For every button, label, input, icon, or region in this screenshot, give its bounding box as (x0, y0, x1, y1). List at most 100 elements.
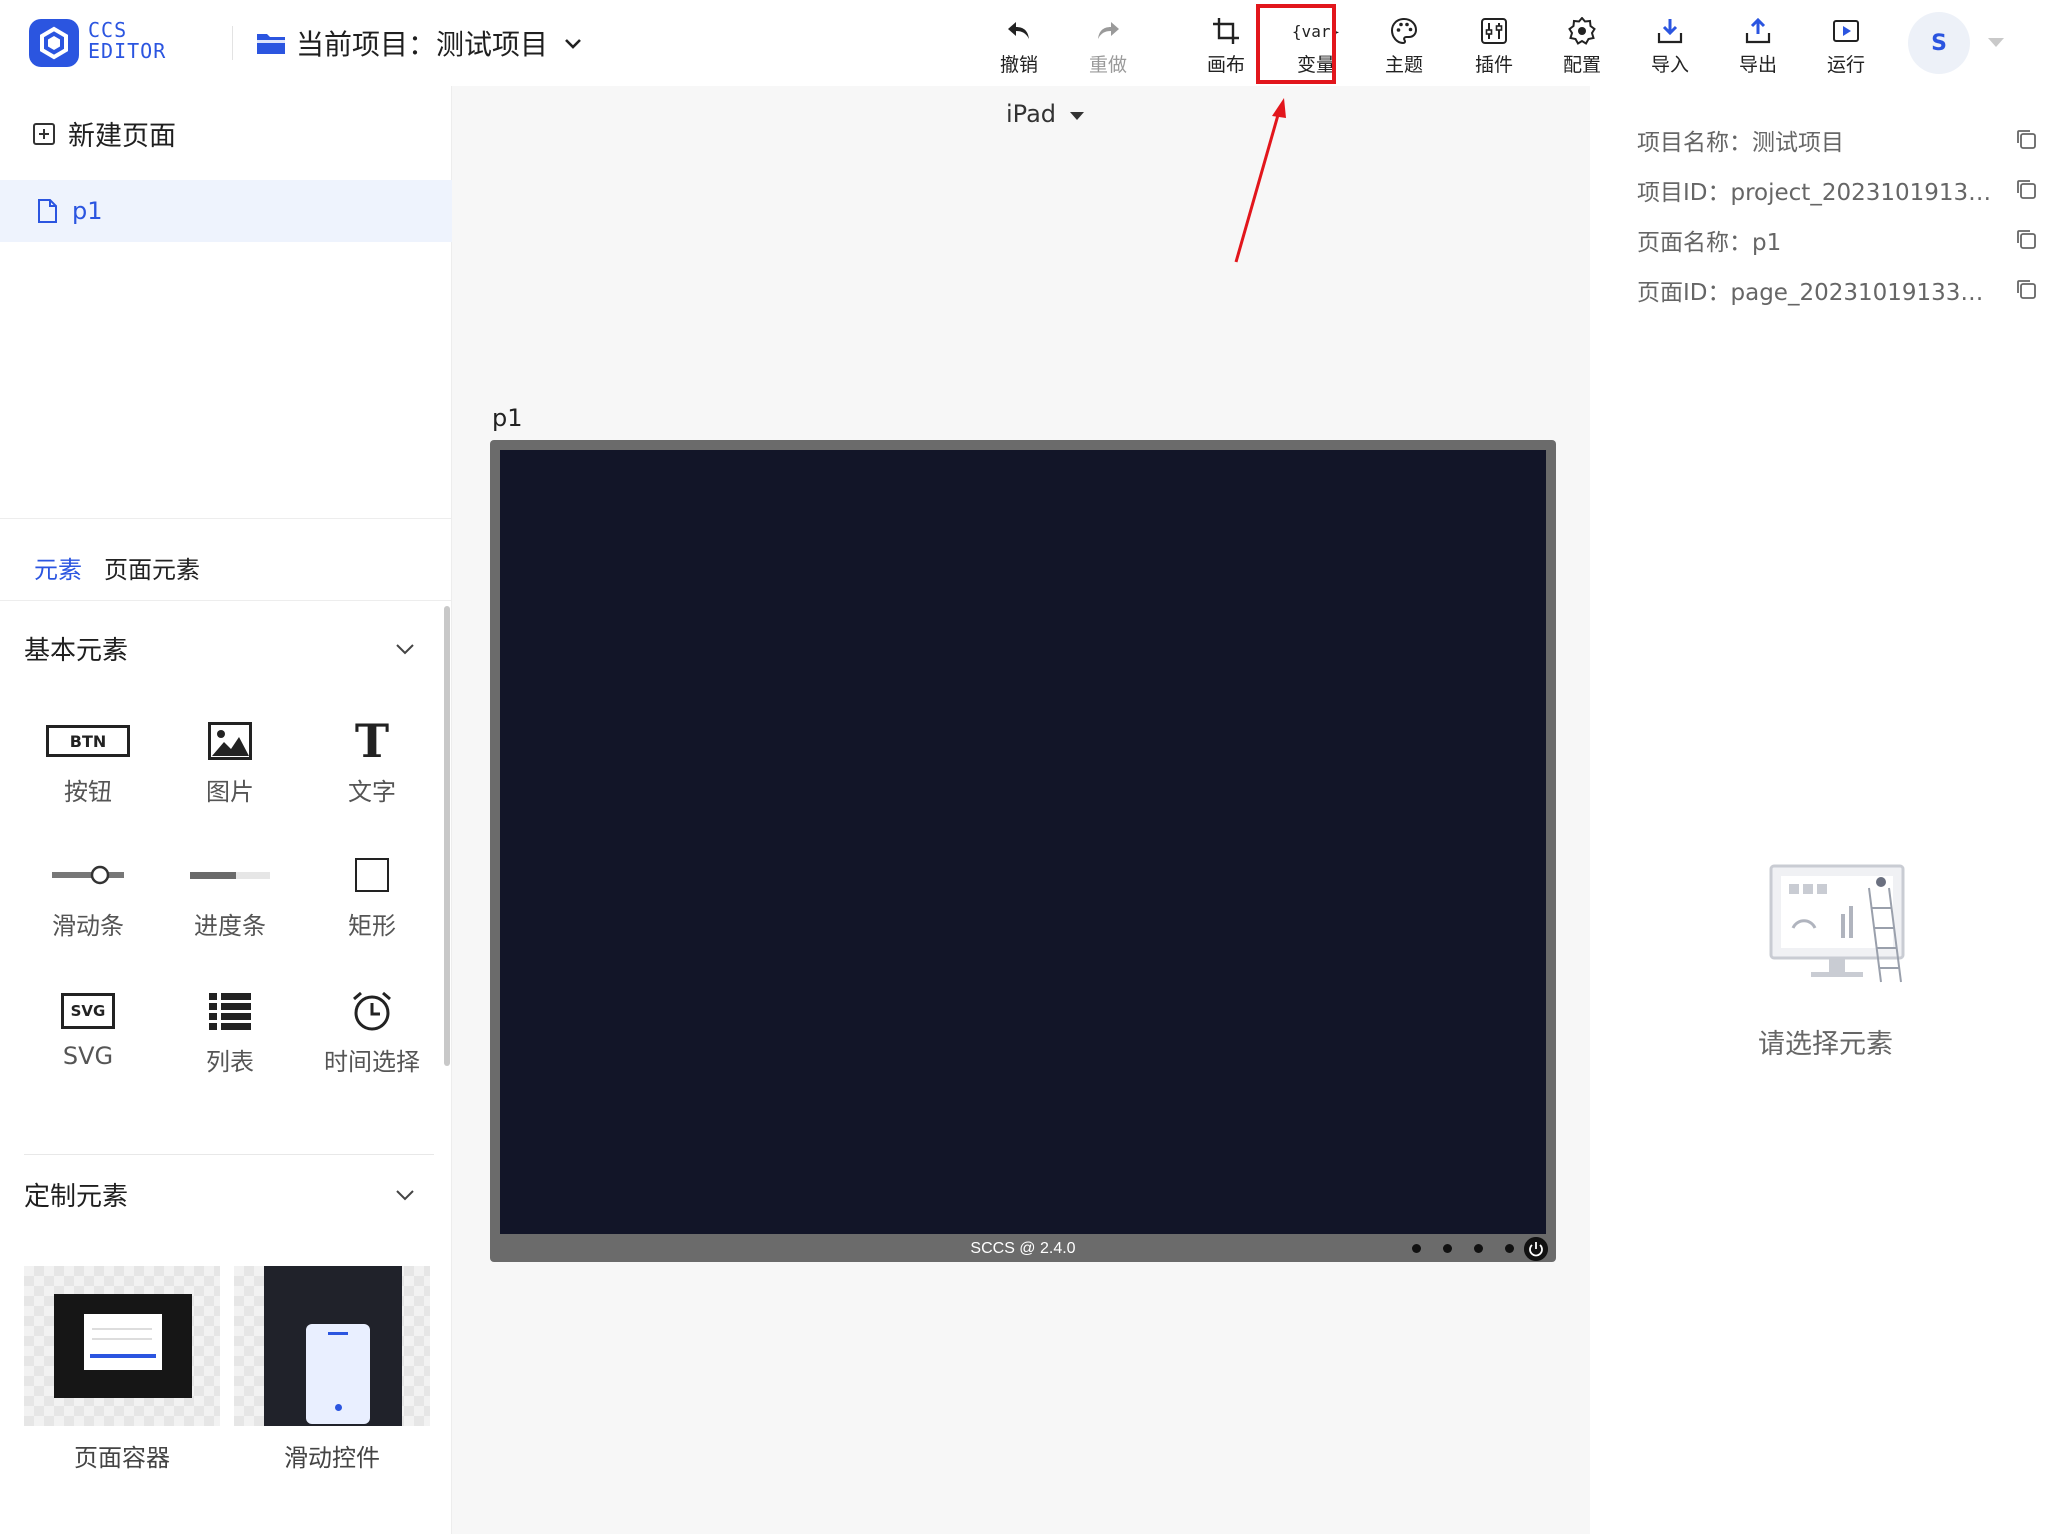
dot-indicator[interactable] (1412, 1244, 1421, 1253)
dot-indicator[interactable] (1443, 1244, 1452, 1253)
page-container-thumbnail (24, 1266, 220, 1426)
export-button[interactable]: 导出 (1726, 10, 1790, 80)
element-text[interactable]: T 文字 (312, 718, 432, 818)
copy-icon[interactable] (2015, 178, 2037, 200)
tab-page-elements[interactable]: 页面元素 (104, 550, 200, 585)
element-slide-control[interactable]: 滑动控件 (234, 1266, 430, 1473)
project-id-text: 项目ID：project_202310191331... (1637, 180, 1997, 206)
element-label: 页面容器 (74, 1444, 170, 1472)
device-frame: SCCS @ 2.4.0 (490, 440, 1556, 1262)
tab-elements[interactable]: 元素 (34, 550, 82, 585)
element-label: 文字 (348, 778, 396, 806)
element-list[interactable]: 列表 (170, 988, 290, 1088)
element-page-container[interactable]: 页面容器 (24, 1266, 220, 1473)
copy-icon[interactable] (2015, 128, 2037, 150)
redo-label: 重做 (1088, 54, 1127, 76)
undo-label: 撤销 (999, 54, 1038, 76)
left-sidebar: 新建页面 p1 元素 页面元素 基本元素 BTN 按钮 图片 T 文字 滑动条 … (0, 86, 452, 1534)
element-image[interactable]: 图片 (170, 718, 290, 818)
caret-down-icon[interactable] (1988, 38, 2004, 47)
canvas-button[interactable]: 画布 (1194, 10, 1258, 80)
project-name-text: 项目名称：测试项目 (1637, 130, 1844, 156)
import-label: 导入 (1650, 54, 1689, 76)
device-selector[interactable]: iPad (1006, 100, 1085, 128)
basic-elements-title: 基本元素 (24, 636, 129, 666)
element-button[interactable]: BTN 按钮 (28, 718, 148, 818)
app-header: CCS EDITOR 当前项目：测试项目 撤销 重做 画布 {var} 变量 主… (0, 0, 2048, 86)
clock-icon (353, 991, 391, 1031)
new-page-label: 新建页面 (68, 121, 176, 152)
slider-icon (52, 865, 124, 885)
divider (0, 600, 452, 601)
run-label: 运行 (1826, 54, 1865, 76)
chevron-down-icon[interactable] (394, 638, 416, 660)
element-label: 图片 (206, 778, 254, 806)
progress-icon (190, 872, 270, 879)
power-icon[interactable] (1524, 1237, 1548, 1261)
variables-highlight-box (1256, 4, 1336, 84)
avatar-initial: S (1931, 30, 1947, 56)
divider (0, 518, 452, 519)
toolbar: 撤销 重做 画布 {var} 变量 主题 插件 配置 导入 导出 运行 (0, 10, 2048, 80)
dot-indicator[interactable] (1505, 1244, 1514, 1253)
dot-indicator[interactable] (1474, 1244, 1483, 1253)
button-icon-text: BTN (69, 731, 107, 751)
undo-button[interactable]: 撤销 (987, 10, 1051, 80)
list-icon (209, 993, 251, 1030)
play-icon (1833, 20, 1859, 42)
redo-icon (1098, 22, 1119, 39)
element-svg[interactable]: SVG SVG (28, 988, 148, 1088)
element-label: 滑动控件 (284, 1444, 380, 1472)
page-name-row: 页面名称：p1 (1637, 220, 2037, 260)
rectangle-icon (355, 858, 389, 892)
page-item-label: p1 (72, 197, 103, 225)
slide-control-thumbnail (234, 1266, 430, 1426)
project-id-row: 项目ID：project_202310191331... (1637, 170, 2037, 210)
svg-icon-text: SVG (70, 1002, 106, 1020)
custom-elements-title: 定制元素 (24, 1182, 129, 1212)
copy-icon[interactable] (2015, 278, 2037, 300)
scrollbar[interactable] (444, 606, 450, 1066)
plugin-icon (1481, 18, 1507, 44)
element-tabs: 元素 页面元素 (34, 550, 200, 585)
plus-square-icon (33, 122, 55, 145)
new-page-button[interactable]: 新建页面 (32, 114, 176, 153)
page-name-text: 页面名称：p1 (1637, 230, 1782, 256)
button-icon: BTN (46, 725, 130, 757)
config-button[interactable]: 配置 (1550, 10, 1614, 80)
project-name-row: 项目名称：测试项目 (1637, 120, 2037, 160)
undo-icon (1008, 22, 1029, 39)
copy-icon[interactable] (2015, 228, 2037, 250)
gear-icon (1568, 17, 1596, 45)
theme-button[interactable]: 主题 (1372, 10, 1436, 80)
run-button[interactable]: 运行 (1814, 10, 1878, 80)
element-progress[interactable]: 进度条 (170, 852, 290, 952)
redo-button[interactable]: 重做 (1076, 10, 1140, 80)
image-icon (208, 722, 252, 760)
page-item-p1[interactable]: p1 (0, 180, 452, 242)
element-label: 滑动条 (52, 912, 124, 940)
export-icon (1745, 17, 1771, 44)
element-label: 按钮 (64, 778, 112, 806)
design-canvas[interactable] (500, 450, 1546, 1234)
plugins-button[interactable]: 插件 (1462, 10, 1526, 80)
element-rectangle[interactable]: 矩形 (312, 852, 432, 952)
element-label: 进度条 (194, 912, 266, 940)
element-label: 矩形 (348, 912, 396, 940)
avatar[interactable]: S (1908, 12, 1970, 74)
device-footer: SCCS @ 2.4.0 (490, 1236, 1556, 1262)
import-icon (1657, 19, 1683, 44)
text-icon: T (354, 714, 390, 768)
page-id-row: 页面ID：page_20231019133111... (1637, 270, 2037, 310)
svg-icon: SVG (61, 993, 115, 1029)
annotation-arrow (1234, 98, 1286, 263)
chevron-down-icon[interactable] (394, 1184, 416, 1206)
element-slider[interactable]: 滑动条 (28, 852, 148, 952)
empty-state-illustration (1769, 864, 1905, 983)
crop-icon (1213, 18, 1239, 44)
element-time-picker[interactable]: 时间选择 (312, 988, 432, 1088)
version-text: SCCS @ 2.4.0 (970, 1240, 1076, 1257)
element-label: 列表 (206, 1048, 254, 1076)
page-title: p1 (492, 404, 523, 432)
import-button[interactable]: 导入 (1638, 10, 1702, 80)
